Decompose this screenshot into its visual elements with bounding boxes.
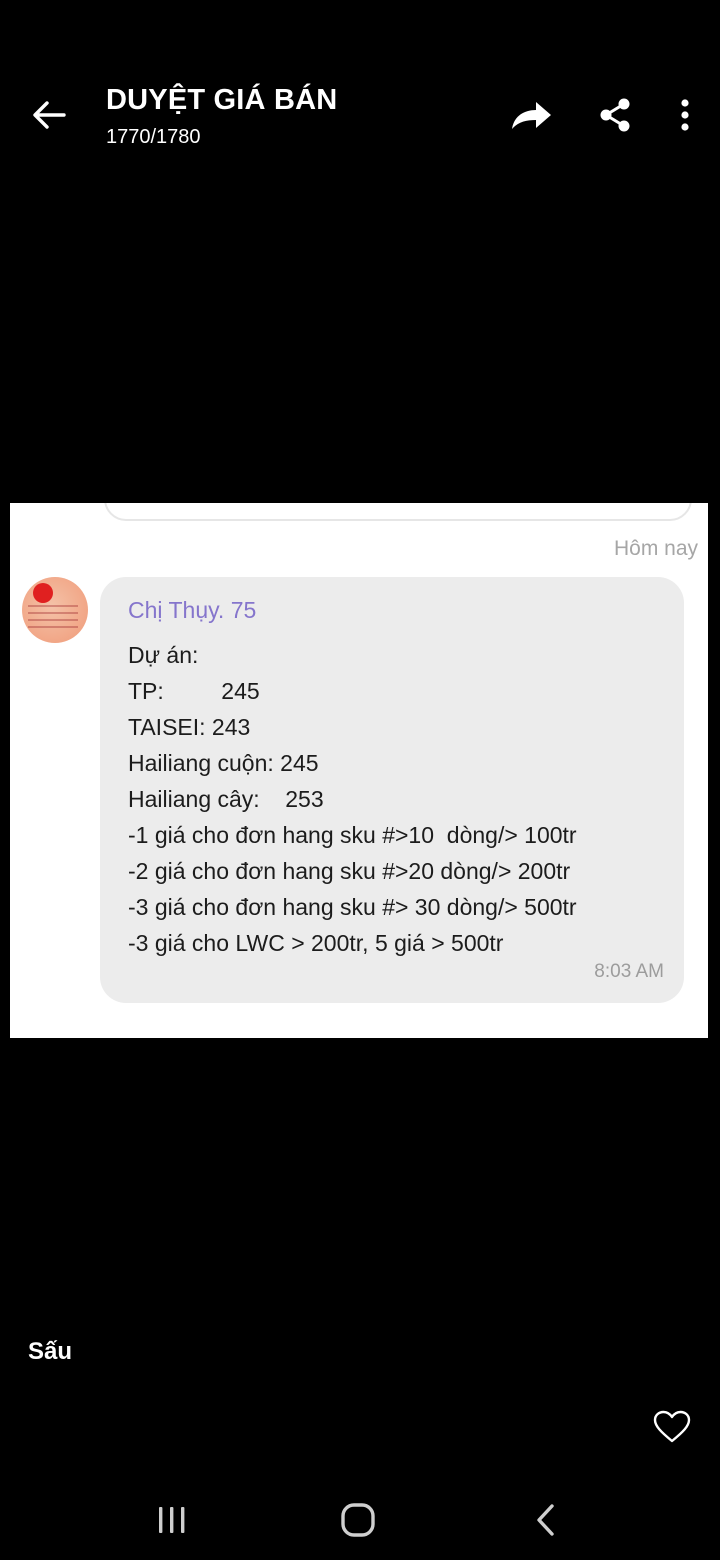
recent-apps-icon — [159, 1507, 185, 1533]
system-back-button[interactable] — [524, 1498, 568, 1542]
message-body: Dự án: TP: 245 TAISEI: 243 Hailiang cuộn… — [128, 637, 577, 961]
heart-icon — [653, 1410, 691, 1443]
like-button[interactable] — [652, 1408, 692, 1446]
avatar — [22, 577, 88, 643]
share-icon — [600, 98, 630, 132]
message-line: TP: 245 — [128, 678, 260, 704]
forward-icon — [512, 102, 551, 129]
message-line: TAISEI: 243 — [128, 714, 251, 740]
back-arrow-icon — [33, 101, 66, 129]
avatar-seal — [33, 583, 53, 603]
previous-message-bubble — [104, 503, 692, 521]
album-title: DUYỆT GIÁ BÁN — [106, 84, 338, 116]
date-separator: Hôm nay — [613, 537, 698, 560]
message-line: Hailiang cuộn: 245 — [128, 750, 319, 776]
chevron-left-icon — [537, 1504, 554, 1536]
message-line: Dự án: — [128, 642, 199, 668]
photo-caption: Sấu — [28, 1338, 73, 1365]
photo-counter: 1770/1780 — [106, 126, 201, 148]
message-line: -3 giá cho đơn hang sku #> 30 dòng/> 500… — [128, 894, 577, 920]
back-button[interactable] — [26, 92, 72, 138]
sender-name: Chị Thụy. 75 — [128, 597, 257, 623]
message-line: -1 giá cho đơn hang sku #>10 dòng/> 100t… — [128, 822, 577, 848]
message-line: -3 giá cho LWC > 200tr, 5 giá > 500tr — [128, 930, 504, 956]
home-icon — [341, 1503, 375, 1537]
home-button[interactable] — [336, 1498, 380, 1542]
share-button[interactable] — [592, 92, 638, 138]
message-line: -2 giá cho đơn hang sku #>20 dòng/> 200t… — [128, 858, 571, 884]
forward-button[interactable] — [506, 94, 556, 138]
more-vertical-icon — [681, 99, 689, 131]
more-options-button[interactable] — [668, 92, 702, 138]
avatar-pattern — [28, 605, 78, 629]
recent-apps-button[interactable] — [150, 1500, 194, 1540]
photo-content[interactable]: Hôm nay Chị Thụy. 75 Dự án: TP: 245 TAIS… — [10, 503, 708, 1038]
system-navigation-bar — [0, 1480, 720, 1560]
message-timestamp: 8:03 AM — [594, 961, 664, 982]
message-line: Hailiang cây: 253 — [128, 786, 324, 812]
photo-viewer-screen: DUYỆT GIÁ BÁN 1770/1780 Hôm nay Chị Thụy… — [0, 0, 720, 1560]
top-app-bar: DUYỆT GIÁ BÁN 1770/1780 — [0, 70, 720, 170]
message-bubble: Chị Thụy. 75 Dự án: TP: 245 TAISEI: 243 … — [100, 577, 684, 1003]
